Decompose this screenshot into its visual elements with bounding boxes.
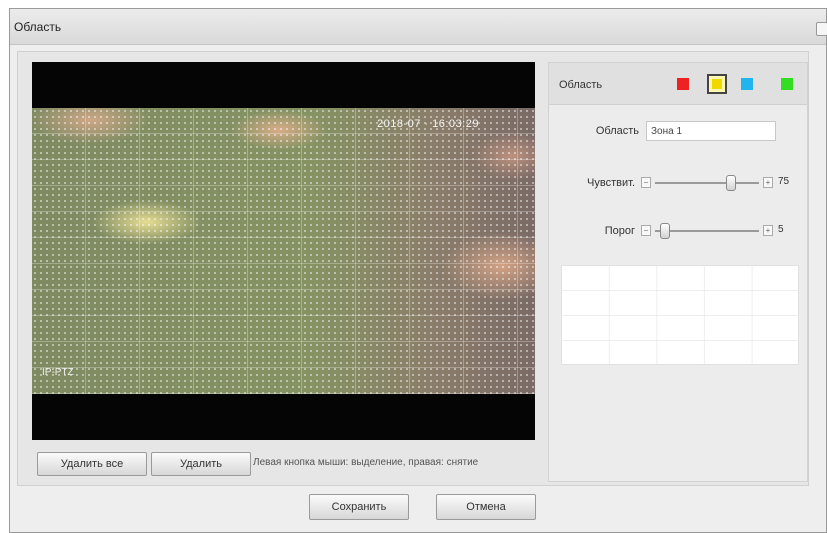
threshold-label: Порог: [604, 225, 635, 237]
dialog-titlebar: Область: [10, 9, 827, 45]
threshold-thumb[interactable]: [659, 223, 670, 239]
name-input[interactable]: [646, 121, 776, 141]
region-grid[interactable]: [32, 108, 535, 394]
color-swatch-green[interactable]: [781, 78, 793, 90]
color-swatch-blue[interactable]: [741, 78, 753, 90]
sensitivity-value: 75: [778, 176, 790, 187]
color-swatch-red[interactable]: [677, 78, 689, 90]
threshold-increase-button[interactable]: +: [763, 225, 773, 236]
camera-image[interactable]: [32, 108, 535, 394]
osd-camera-name: IP-PTZ: [42, 367, 74, 378]
cancel-button[interactable]: Отмена: [436, 494, 536, 520]
hint-text: Левая кнопка мыши: выделение, правая: сн…: [253, 457, 479, 468]
sensitivity-track[interactable]: [655, 182, 759, 184]
motion-preview-grid: [561, 265, 799, 365]
dialog-title: Область: [14, 20, 62, 34]
threshold-value: 5: [778, 224, 784, 235]
threshold-decrease-button[interactable]: −: [641, 225, 651, 236]
video-preview[interactable]: 2018-07 · 16:03:29 IP-PTZ: [32, 62, 535, 440]
close-icon[interactable]: [816, 22, 827, 36]
sensitivity-slider[interactable]: − + 75: [641, 175, 791, 191]
threshold-track[interactable]: [655, 230, 759, 232]
panel-header: Область: [549, 63, 807, 105]
save-button[interactable]: Сохранить: [309, 494, 409, 520]
sensitivity-thumb[interactable]: [725, 175, 736, 191]
region-settings-panel: Область Область Чувствит. − + 75 Порог −…: [548, 62, 808, 482]
delete-button[interactable]: Удалить: [151, 452, 251, 476]
color-swatch-yellow[interactable]: [707, 74, 727, 94]
name-label: Область: [595, 125, 639, 137]
sensitivity-label: Чувствит.: [587, 177, 635, 189]
sensitivity-increase-button[interactable]: +: [763, 177, 773, 188]
panel-title: Область: [559, 79, 603, 91]
threshold-slider[interactable]: − + 5: [641, 223, 791, 239]
delete-all-button[interactable]: Удалить все: [37, 452, 147, 476]
sensitivity-decrease-button[interactable]: −: [641, 177, 651, 188]
osd-timestamp: 2018-07 · 16:03:29: [377, 118, 479, 130]
